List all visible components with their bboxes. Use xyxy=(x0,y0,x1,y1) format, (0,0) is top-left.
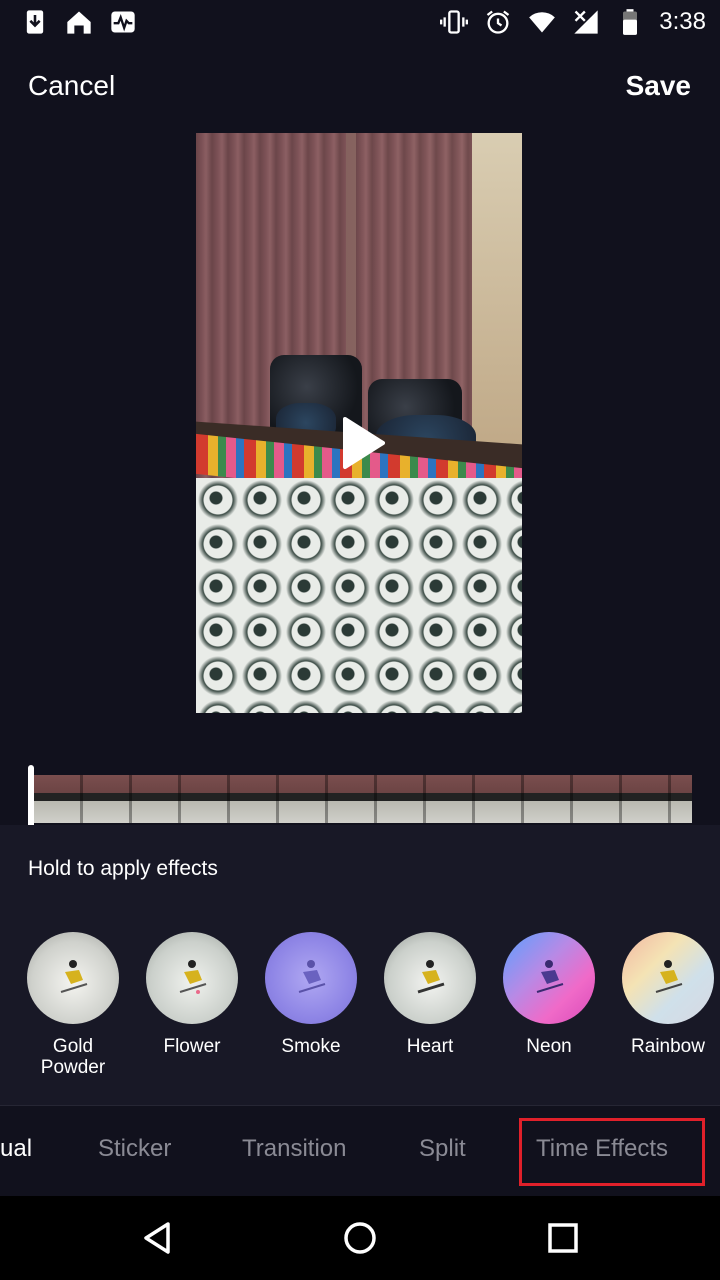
effect-thumbnail xyxy=(503,932,595,1024)
tab-split[interactable]: Split xyxy=(419,1135,466,1163)
effect-label: Heart xyxy=(406,1036,454,1057)
editor-tab-bar: ual Sticker Transition Split Time Effect… xyxy=(0,1105,720,1195)
recents-icon[interactable] xyxy=(543,1218,583,1258)
effect-gold-powder[interactable]: Gold Powder xyxy=(13,932,133,1078)
effect-heart[interactable]: Heart xyxy=(370,932,490,1057)
effect-thumbnail xyxy=(146,932,238,1024)
status-bar: 3:38 xyxy=(0,0,720,44)
effect-rainbow[interactable]: Rainbow xyxy=(608,932,720,1057)
skier-icon xyxy=(298,960,326,993)
cancel-button[interactable]: Cancel xyxy=(28,70,115,102)
battery-icon xyxy=(615,7,645,37)
wifi-icon xyxy=(527,7,557,37)
timeline-strip[interactable] xyxy=(34,775,692,823)
effect-thumbnail xyxy=(384,932,476,1024)
clock-time: 3:38 xyxy=(659,8,706,35)
pulse-icon xyxy=(108,7,138,37)
back-icon[interactable] xyxy=(138,1218,178,1258)
tab-highlight-box xyxy=(519,1118,705,1186)
skier-icon xyxy=(655,960,683,993)
effect-flower[interactable]: Flower xyxy=(132,932,252,1057)
timeline-scrubber[interactable] xyxy=(28,765,34,833)
download-icon xyxy=(20,7,50,37)
skier-icon xyxy=(179,960,207,994)
effects-hint: Hold to apply effects xyxy=(28,857,218,880)
effect-thumbnail xyxy=(622,932,714,1024)
video-preview[interactable] xyxy=(196,133,522,713)
system-nav-bar xyxy=(0,1196,720,1280)
effect-label: Rainbow xyxy=(631,1036,705,1057)
signal-icon xyxy=(571,7,601,37)
save-button[interactable]: Save xyxy=(626,70,691,102)
alarm-icon xyxy=(483,7,513,37)
effect-smoke[interactable]: Smoke xyxy=(251,932,371,1057)
home-icon xyxy=(64,7,94,37)
home-nav-icon[interactable] xyxy=(340,1218,380,1258)
play-icon[interactable] xyxy=(341,415,385,471)
effect-label: Smoke xyxy=(281,1036,341,1057)
effects-panel: Hold to apply effects Gold Powder Flower… xyxy=(0,825,720,1105)
effect-neon[interactable]: Neon xyxy=(489,932,609,1057)
tab-sticker[interactable]: Sticker xyxy=(98,1135,171,1163)
effect-thumbnail xyxy=(265,932,357,1024)
effect-thumbnail xyxy=(27,932,119,1024)
tab-transition[interactable]: Transition xyxy=(242,1135,346,1163)
effect-label: Flower xyxy=(163,1036,221,1057)
effect-label: Gold Powder xyxy=(40,1036,106,1078)
effects-list: Gold Powder Flower Smoke Heart Neon Rain… xyxy=(0,932,720,1102)
skier-icon xyxy=(417,960,445,994)
effect-label: Neon xyxy=(526,1036,572,1057)
skier-icon xyxy=(536,960,564,993)
vibrate-icon xyxy=(439,7,469,37)
skier-icon xyxy=(60,960,88,993)
tab-visual[interactable]: ual xyxy=(0,1135,32,1163)
preview-frame-quilt xyxy=(196,478,522,713)
editor-header: Cancel Save xyxy=(0,60,720,116)
